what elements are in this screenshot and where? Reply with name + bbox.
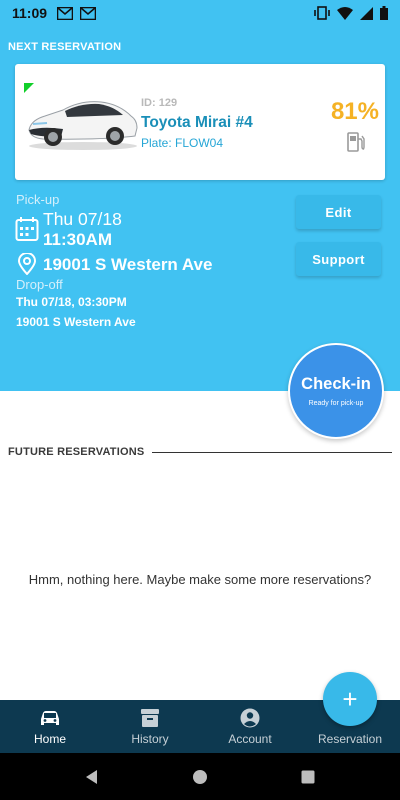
pickup-date: Thu 07/18: [43, 209, 122, 229]
nav-label: Reservation: [317, 731, 383, 746]
gmail-icon: [80, 6, 97, 20]
account-circle-icon: [240, 708, 260, 727]
pickup-label: Pick-up: [16, 192, 60, 207]
pickup-address: 19001 S Western Ave: [43, 255, 213, 274]
check-in-button[interactable]: Check-in Ready for pick-up: [288, 343, 384, 439]
pickup-time: 11:30AM: [43, 230, 112, 249]
section-title: NEXT RESERVATION: [8, 41, 122, 53]
vibrate-icon: [314, 6, 330, 20]
archive-icon: [141, 708, 159, 727]
back-icon[interactable]: [83, 768, 101, 786]
nav-item-history[interactable]: History: [100, 700, 200, 753]
vehicle-name: Toyota Mirai #4: [141, 114, 253, 131]
location-pin-icon: [17, 253, 37, 275]
vehicle-card[interactable]: ID: 129 Toyota Mirai #4 Plate: FLOW04 81…: [15, 64, 385, 180]
dropoff-datetime: Thu 07/18, 03:30PM: [16, 295, 127, 309]
wifi-icon: [337, 6, 353, 20]
section-title: FUTURE RESERVATIONS: [8, 446, 145, 458]
car-icon: [41, 710, 59, 725]
support-button[interactable]: Support: [296, 242, 381, 276]
nav-label: Home: [33, 731, 66, 746]
system-navigation-bar: [0, 753, 400, 800]
dropoff-label: Drop-off: [16, 277, 63, 292]
add-reservation-button[interactable]: +: [323, 672, 377, 726]
nav-label: Account: [228, 731, 272, 746]
fuel-pump-icon: [347, 132, 365, 152]
next-reservation-panel: NEXT RESERVATION ID: 129 Toyota Mirai #4…: [0, 26, 400, 391]
recents-icon[interactable]: [299, 768, 317, 786]
nav-item-account[interactable]: Account: [200, 700, 300, 753]
dropoff-address: 19001 S Western Ave: [16, 315, 136, 329]
car-image: [28, 101, 138, 150]
edit-button[interactable]: Edit: [296, 195, 381, 229]
battery-icon: [380, 6, 388, 20]
check-in-label: Check-in: [301, 375, 371, 393]
future-reservations-header: FUTURE RESERVATIONS: [8, 446, 392, 458]
gmail-icon: [57, 6, 74, 20]
status-bar: 11:09: [0, 0, 400, 26]
divider: [152, 451, 392, 453]
vehicle-id: ID: 129: [141, 97, 178, 109]
check-in-status: Ready for pick-up: [308, 400, 364, 407]
vehicle-plate: Plate: FLOW04: [141, 136, 224, 150]
empty-state-message: Hmm, nothing here. Maybe make some more …: [28, 572, 372, 587]
home-icon[interactable]: [191, 768, 209, 786]
nav-label: History: [131, 731, 169, 746]
calendar-icon: [15, 217, 39, 241]
signal-icon: [360, 6, 373, 20]
nav-item-home[interactable]: Home: [0, 700, 100, 753]
clock: 11:09: [12, 5, 48, 21]
fuel-level: 81%: [330, 98, 379, 125]
